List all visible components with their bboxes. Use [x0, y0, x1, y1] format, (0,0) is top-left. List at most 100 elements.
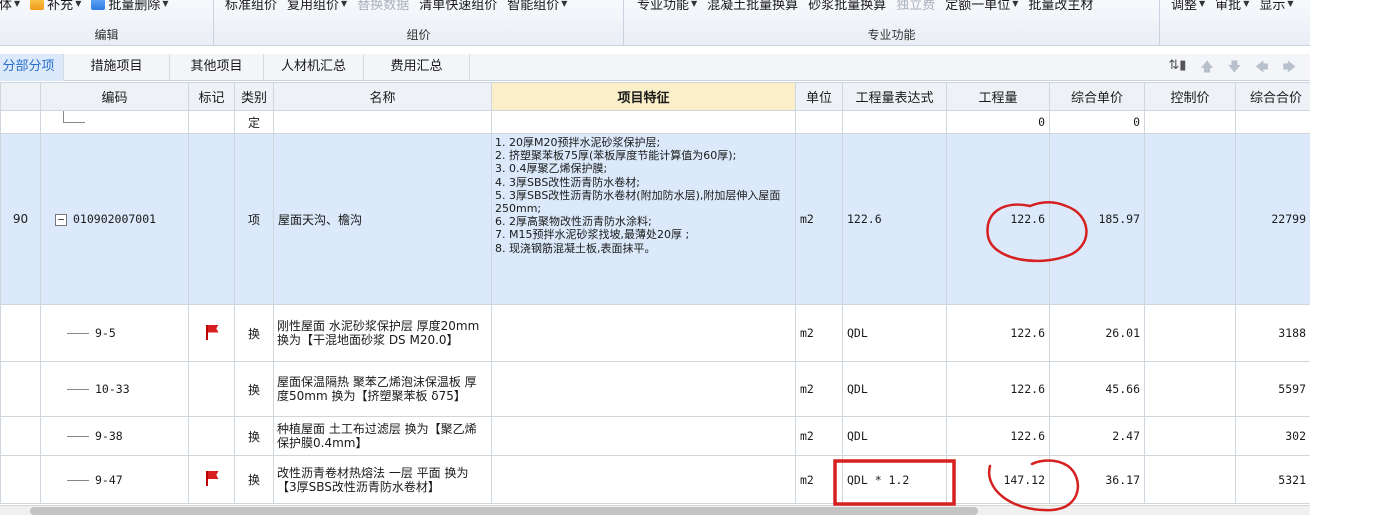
cell-unit-price[interactable]: 0: [1049, 110, 1145, 134]
cell-control-price[interactable]: [1144, 304, 1236, 362]
tab-sub-items[interactable]: 分部分项: [0, 54, 64, 81]
cell-quantity[interactable]: 122.6: [946, 133, 1050, 305]
cell-type[interactable]: 换: [234, 416, 274, 456]
cell-code[interactable]: −010902007001: [40, 133, 189, 305]
cell-mark[interactable]: [188, 361, 235, 417]
cell-expression[interactable]: QDL: [842, 361, 947, 417]
move-down-icon[interactable]: 🡇: [1228, 58, 1241, 80]
cell-total-price[interactable]: [1235, 110, 1311, 134]
cell-expression[interactable]: 122.6: [842, 133, 947, 305]
cell-unit[interactable]: [795, 110, 843, 134]
cell-total-price[interactable]: 5597: [1235, 361, 1311, 417]
concrete-batch-convert-button[interactable]: 混凝土批量换算: [702, 0, 803, 13]
table-row-selected[interactable]: 90 −010902007001 项 屋面天沟、檐沟 1. 20厚M20预拌水泥…: [0, 133, 1311, 305]
col-header-quantity[interactable]: 工程量: [946, 82, 1050, 111]
move-up-icon[interactable]: 🡅: [1200, 58, 1213, 80]
cell-quantity[interactable]: 147.12: [946, 455, 1050, 504]
cell-total-price[interactable]: 3188: [1235, 304, 1311, 362]
cell-type[interactable]: 定: [234, 110, 274, 134]
col-header-unit-price[interactable]: 综合单价: [1049, 82, 1145, 111]
horizontal-scrollbar[interactable]: [0, 505, 1310, 515]
supplement-button[interactable]: 补充 ▼: [25, 0, 86, 13]
cell-type[interactable]: 换: [234, 455, 274, 504]
table-row[interactable]: 定 0 0: [0, 110, 1311, 134]
move-left-icon[interactable]: 🡄: [1255, 58, 1268, 80]
batch-main-material-button[interactable]: 批量改主材: [1023, 0, 1098, 13]
cell-unit[interactable]: m2: [795, 455, 843, 504]
adjust-button[interactable]: 调整 ▼: [1166, 0, 1210, 13]
cell-control-price[interactable]: [1144, 416, 1236, 456]
ribbon-item-0-0[interactable]: 体 ▼: [0, 0, 25, 13]
col-header-expression[interactable]: 工程量表达式: [842, 82, 947, 111]
cell-unit-price[interactable]: 26.01: [1049, 304, 1145, 362]
col-header-unit[interactable]: 单位: [795, 82, 843, 111]
cell-code[interactable]: 9-47: [40, 455, 189, 504]
cell-mark[interactable]: [188, 416, 235, 456]
cell-index[interactable]: [0, 455, 41, 504]
cell-feature[interactable]: [491, 455, 796, 504]
cell-name[interactable]: 改性沥青卷材热熔法 一层 平面 换为【3厚SBS改性沥青防水卷材】: [273, 455, 492, 504]
cell-total-price[interactable]: 5321: [1235, 455, 1311, 504]
cell-code[interactable]: 10-33: [40, 361, 189, 417]
move-right-icon[interactable]: 🡆: [1283, 58, 1296, 80]
cell-code[interactable]: 9-5: [40, 304, 189, 362]
smart-pricing-button[interactable]: 智能组价 ▼: [502, 0, 572, 13]
cell-unit-price[interactable]: 185.97: [1049, 133, 1145, 305]
cell-code[interactable]: [40, 110, 189, 134]
cell-name[interactable]: 种植屋面 土工布过滤层 换为【聚乙烯保护膜0.4mm】: [273, 416, 492, 456]
cell-unit-price[interactable]: 2.47: [1049, 416, 1145, 456]
table-row[interactable]: 9-38 换 种植屋面 土工布过滤层 换为【聚乙烯保护膜0.4mm】 m2 QD…: [0, 416, 1311, 456]
cell-index[interactable]: 90: [0, 133, 41, 305]
quick-pricing-button[interactable]: 清单快速组价: [414, 0, 502, 13]
cell-quantity[interactable]: 122.6: [946, 361, 1050, 417]
cell-feature[interactable]: [491, 416, 796, 456]
cell-mark[interactable]: [188, 455, 235, 504]
sort-icon[interactable]: ⇅▮: [1168, 58, 1186, 80]
professional-functions-button[interactable]: 专业功能 ▼: [632, 0, 702, 13]
cell-control-price[interactable]: [1144, 455, 1236, 504]
cell-expression[interactable]: [842, 110, 947, 134]
cell-code[interactable]: 9-38: [40, 416, 189, 456]
table-row[interactable]: 10-33 换 屋面保温隔热 聚苯乙烯泡沫保温板 厚度50mm 换为【挤塑聚苯板…: [0, 361, 1311, 417]
table-row[interactable]: 9-47 换 改性沥青卷材热熔法 一层 平面 换为【3厚SBS改性沥青防水卷材】…: [0, 455, 1311, 504]
cell-control-price[interactable]: [1144, 133, 1236, 305]
cell-quantity[interactable]: 122.6: [946, 416, 1050, 456]
approve-button[interactable]: 审批 ▼: [1210, 0, 1254, 13]
cell-type[interactable]: 项: [234, 133, 274, 305]
cell-feature[interactable]: 1. 20厚M20预拌水泥砂浆保护层; 2. 挤塑聚苯板75厚(苯板厚度节能计算…: [491, 133, 796, 305]
cell-mark[interactable]: [188, 133, 235, 305]
flag-icon[interactable]: [204, 324, 220, 340]
tab-cost-summary[interactable]: 费用汇总: [364, 54, 470, 81]
cell-index[interactable]: [0, 416, 41, 456]
cell-unit-price[interactable]: 45.66: [1049, 361, 1145, 417]
cell-index[interactable]: [0, 110, 41, 134]
collapse-icon[interactable]: −: [55, 214, 67, 226]
cell-total-price[interactable]: 22799: [1235, 133, 1311, 305]
standard-pricing-button[interactable]: 标准组价: [220, 0, 282, 13]
quota-unit-button[interactable]: 定额一单位 ▼: [940, 0, 1023, 13]
cell-name[interactable]: [273, 110, 492, 134]
cell-feature[interactable]: [491, 304, 796, 362]
cell-unit[interactable]: m2: [795, 133, 843, 305]
display-button[interactable]: 显示 ▼: [1254, 0, 1298, 13]
cell-feature[interactable]: [491, 361, 796, 417]
cell-unit[interactable]: m2: [795, 304, 843, 362]
reuse-pricing-button[interactable]: 复用组价 ▼: [282, 0, 352, 13]
col-header-feature[interactable]: 项目特征: [491, 82, 796, 111]
col-header-control-price[interactable]: 控制价: [1144, 82, 1236, 111]
col-header-index[interactable]: [0, 82, 41, 111]
cell-type[interactable]: 换: [234, 304, 274, 362]
replace-data-button[interactable]: 替换数据: [352, 0, 414, 13]
cell-unit[interactable]: m2: [795, 361, 843, 417]
cell-name[interactable]: 屋面保温隔热 聚苯乙烯泡沫保温板 厚度50mm 换为【挤塑聚苯板 δ75】: [273, 361, 492, 417]
cell-mark[interactable]: [188, 304, 235, 362]
cell-unit[interactable]: m2: [795, 416, 843, 456]
col-header-type[interactable]: 类别: [234, 82, 274, 111]
cell-index[interactable]: [0, 361, 41, 417]
cell-name[interactable]: 刚性屋面 水泥砂浆保护层 厚度20mm 换为【干混地面砂浆 DS M20.0】: [273, 304, 492, 362]
scrollbar-thumb[interactable]: [30, 507, 978, 515]
cell-index[interactable]: [0, 304, 41, 362]
independent-fee-button[interactable]: 独立费: [891, 0, 940, 13]
cell-quantity[interactable]: 0: [946, 110, 1050, 134]
cell-quantity[interactable]: 122.6: [946, 304, 1050, 362]
